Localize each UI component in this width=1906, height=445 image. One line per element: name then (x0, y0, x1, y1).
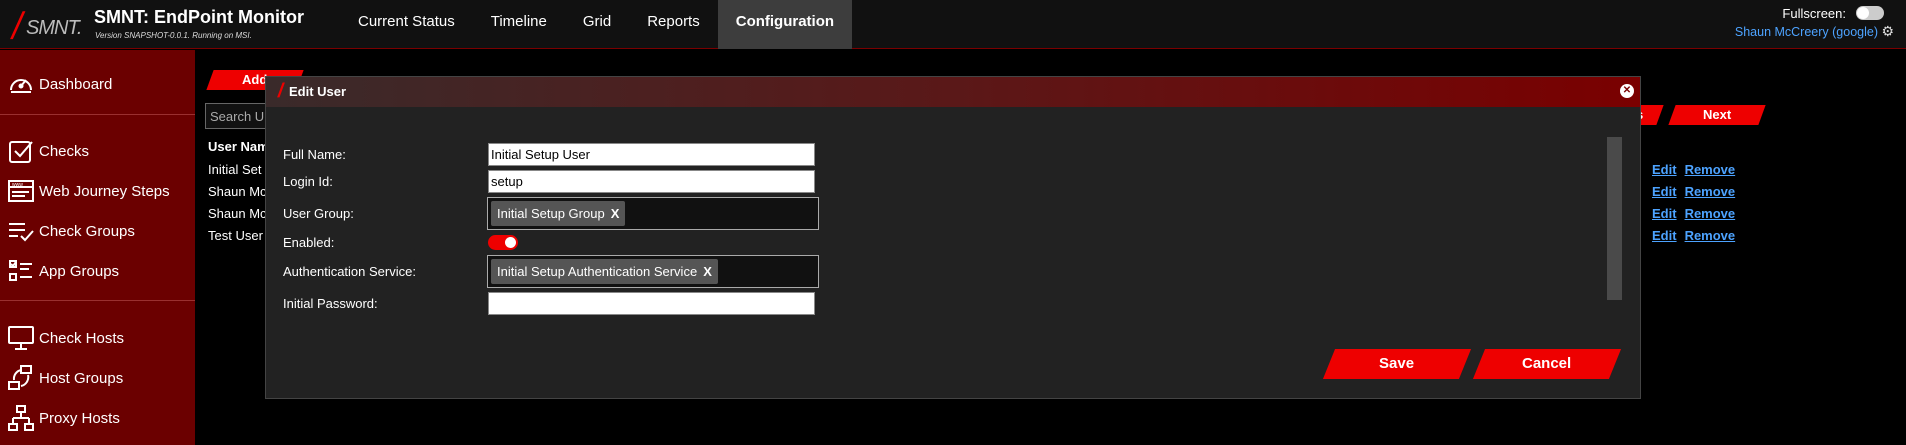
dialog-title: Edit User (289, 84, 347, 99)
row-actions: Edit Remove (1652, 162, 1743, 177)
full-name-field[interactable] (488, 143, 815, 166)
auth-service-label: Authentication Service: (283, 264, 416, 279)
sidebar-item-check-hosts[interactable]: Check Hosts (0, 320, 195, 356)
tab-configuration[interactable]: Configuration (717, 0, 853, 49)
sidebar-divider (0, 114, 195, 115)
edit-user-dialog: / Edit User ✕ Full Name: Login Id: User … (265, 76, 1641, 399)
sidebar: Dashboard Checks www Web Journey Steps C… (0, 50, 195, 445)
edit-link[interactable]: Edit (1652, 184, 1677, 199)
initial-password-field[interactable] (488, 292, 815, 315)
sidebar-item-app-groups[interactable]: App Groups (0, 253, 195, 289)
app-list-icon (6, 256, 36, 286)
app-title: SMNT: EndPoint Monitor (94, 7, 304, 27)
host-groups-icon (6, 363, 36, 393)
remove-link[interactable]: Remove (1685, 184, 1736, 199)
remove-link[interactable]: Remove (1685, 228, 1736, 243)
tab-grid[interactable]: Grid (565, 0, 629, 49)
checkbox-icon (6, 136, 36, 166)
sidebar-divider (0, 300, 195, 301)
save-button[interactable]: Save (1322, 349, 1472, 379)
sidebar-item-web-journey-steps[interactable]: www Web Journey Steps (0, 173, 195, 209)
sidebar-item-dashboard[interactable]: Dashboard (0, 66, 195, 102)
login-id-label: Login Id: (283, 174, 333, 189)
enabled-label: Enabled: (283, 235, 335, 250)
remove-tag-button[interactable]: X (611, 206, 620, 221)
list-check-icon (6, 216, 36, 246)
remove-tag-button[interactable]: X (703, 264, 712, 279)
table-row: Initial Set (208, 162, 262, 177)
auth-service-select[interactable]: Initial Setup Authentication Service X (487, 255, 819, 288)
fullscreen-label: Fullscreen: (1782, 6, 1846, 21)
column-header-user-name: User Nam (208, 139, 269, 154)
user-account-link[interactable]: Shaun McCreery (google) (1735, 25, 1878, 39)
row-actions: Edit Remove (1652, 206, 1743, 221)
sidebar-item-proxy-hosts[interactable]: Proxy Hosts (0, 400, 195, 436)
tab-current-status[interactable]: Current Status (340, 0, 473, 49)
dashboard-icon (6, 69, 36, 99)
table-row: Shaun Mc (208, 184, 267, 199)
user-group-tag: Initial Setup Group X (491, 201, 626, 226)
row-actions: Edit Remove (1652, 184, 1743, 199)
sidebar-item-check-groups[interactable]: Check Groups (0, 213, 195, 249)
tab-reports[interactable]: Reports (629, 0, 718, 49)
app-version: Version SNAPSHOT-0.0.1. Running on MSI. (95, 31, 252, 40)
enabled-toggle[interactable] (488, 235, 518, 250)
smnt-logo: / SMNT. (9, 5, 82, 45)
row-actions: Edit Remove (1652, 228, 1743, 243)
close-icon[interactable]: ✕ (1620, 84, 1634, 98)
user-group-label: User Group: (283, 206, 354, 221)
next-page-button[interactable]: Next (1668, 105, 1766, 125)
gear-icon[interactable]: ⚙ (1881, 23, 1894, 40)
edit-link[interactable]: Edit (1652, 228, 1677, 243)
edit-link[interactable]: Edit (1652, 206, 1677, 221)
initial-password-label: Initial Password: (283, 296, 378, 311)
dialog-header: / Edit User ✕ (266, 77, 1640, 107)
remove-link[interactable]: Remove (1685, 206, 1736, 221)
dialog-scrollbar[interactable] (1607, 137, 1622, 300)
browser-icon: www (6, 176, 36, 206)
edit-link[interactable]: Edit (1652, 162, 1677, 177)
top-bar: / SMNT. SMNT: EndPoint Monitor Version S… (0, 0, 1906, 49)
cancel-button[interactable]: Cancel (1472, 349, 1622, 379)
login-id-field[interactable] (488, 170, 815, 193)
sidebar-item-checks[interactable]: Checks (0, 133, 195, 169)
network-icon (6, 403, 36, 433)
monitor-icon (6, 323, 36, 353)
svg-text:www: www (12, 182, 23, 188)
tab-timeline[interactable]: Timeline (473, 0, 565, 49)
fullscreen-toggle[interactable] (1856, 6, 1884, 20)
main-nav: Current Status Timeline Grid Reports Con… (340, 0, 853, 49)
table-row: Shaun Mc (208, 206, 267, 221)
remove-link[interactable]: Remove (1685, 162, 1736, 177)
full-name-label: Full Name: (283, 147, 346, 162)
table-row: Test User (208, 228, 263, 243)
sidebar-item-host-groups[interactable]: Host Groups (0, 360, 195, 396)
auth-service-tag: Initial Setup Authentication Service X (491, 259, 718, 284)
user-group-select[interactable]: Initial Setup Group X (487, 197, 819, 230)
